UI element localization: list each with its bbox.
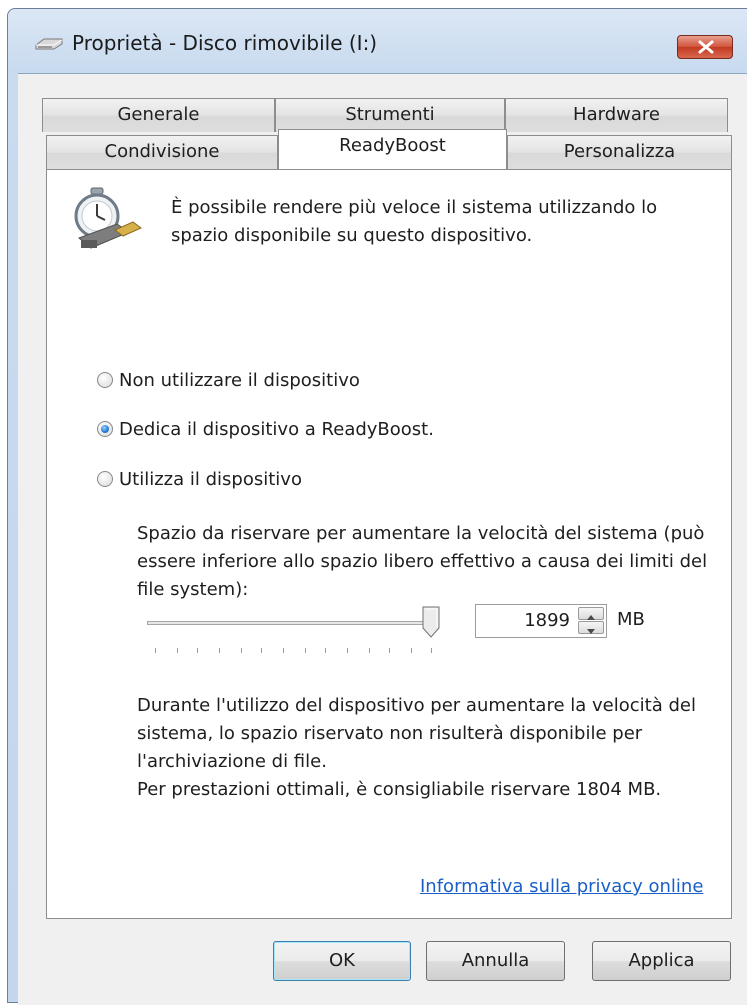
tab-generale[interactable]: Generale — [42, 98, 275, 132]
tab-personalizza[interactable]: Personalizza — [507, 135, 732, 169]
arrow-down-icon — [587, 629, 595, 634]
radio-label: Utilizza il dispositivo — [119, 468, 302, 490]
readyboost-description: È possibile rendere più veloce il sistem… — [171, 197, 658, 246]
properties-window: Proprietà - Disco rimovibile (I:) Genera… — [7, 8, 747, 1005]
privacy-link[interactable]: Informativa sulla privacy online — [420, 876, 703, 897]
reserve-spinbox[interactable]: 1899 — [475, 604, 607, 638]
usage-info: Durante l'utilizzo del dispositivo per a… — [137, 695, 696, 772]
spin-down-button[interactable] — [578, 621, 604, 634]
unit-label: MB — [617, 609, 645, 630]
readyboost-panel: È possibile rendere più veloce il sistem… — [46, 169, 732, 919]
spin-buttons[interactable] — [578, 607, 604, 635]
radio-button-selected[interactable] — [97, 421, 113, 437]
tab-strumenti[interactable]: Strumenti — [275, 98, 505, 132]
reserve-value[interactable]: 1899 — [524, 610, 570, 631]
slider-track[interactable] — [147, 621, 437, 625]
tab-hardware[interactable]: Hardware — [505, 98, 728, 132]
radio-button[interactable] — [97, 372, 113, 388]
radio-button[interactable] — [97, 471, 113, 487]
title-bar[interactable]: Proprietà - Disco rimovibile (I:) — [8, 9, 747, 73]
readyboost-stopwatch-icon — [74, 187, 142, 249]
slider-ticks — [155, 648, 435, 656]
radio-label: Non utilizzare il dispositivo — [119, 369, 360, 391]
radio-dedica[interactable]: Dedica il dispositivo a ReadyBoost. — [97, 416, 434, 442]
window-title: Proprietà - Disco rimovibile (I:) — [72, 31, 378, 55]
apply-button[interactable]: Applica — [592, 941, 731, 981]
radio-label: Dedica il dispositivo a ReadyBoost. — [119, 418, 434, 440]
cancel-button[interactable]: Annulla — [426, 941, 565, 981]
tab-condivisione[interactable]: Condivisione — [46, 135, 278, 169]
slider-thumb[interactable] — [422, 606, 440, 638]
spin-up-button[interactable] — [578, 607, 604, 620]
removable-drive-icon — [35, 38, 63, 50]
radio-non-utilizzare[interactable]: Non utilizzare il dispositivo — [97, 367, 360, 393]
recommendation-text: Per prestazioni ottimali, è consigliabil… — [137, 779, 662, 800]
close-icon — [698, 40, 714, 54]
radio-utilizza[interactable]: Utilizza il dispositivo — [97, 466, 302, 492]
tab-readyboost[interactable]: ReadyBoost — [278, 129, 507, 169]
space-reserve-label: Spazio da riservare per aumentare la vel… — [137, 523, 708, 600]
dialog-client-area: Generale Strumenti Hardware Condivisione… — [18, 73, 747, 1005]
ok-button[interactable]: OK — [273, 941, 411, 981]
close-button[interactable] — [677, 35, 733, 59]
